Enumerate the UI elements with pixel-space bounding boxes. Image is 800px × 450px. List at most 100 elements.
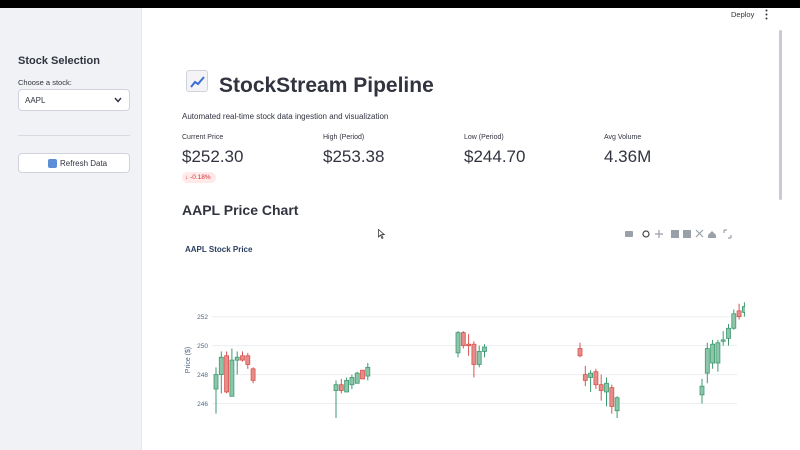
refresh-button[interactable]: Refresh Data: [18, 153, 130, 173]
candle[interactable]: [460, 331, 466, 349]
price-delta-text: -0.18%: [190, 174, 211, 181]
candle[interactable]: [482, 344, 487, 358]
stock-select-label: Choose a stock:: [18, 78, 72, 87]
candle-body: [699, 385, 705, 396]
candle[interactable]: [229, 348, 235, 397]
candle[interactable]: [365, 363, 371, 381]
candle-body: [604, 382, 609, 393]
zoom-out-icon[interactable]: [683, 230, 691, 238]
reset-axes-icon[interactable]: [708, 231, 716, 238]
zoom-icon[interactable]: [642, 230, 650, 238]
candle[interactable]: [710, 339, 715, 369]
candle-body: [460, 332, 466, 347]
candle-body: [577, 348, 583, 357]
candle[interactable]: [240, 351, 245, 362]
chart-toolbar: [625, 229, 732, 239]
candle-body: [250, 368, 256, 381]
metric-label-low: Low (Period): [464, 134, 504, 141]
candle[interactable]: [333, 380, 339, 418]
candle[interactable]: [577, 342, 583, 358]
candle-body: [720, 339, 726, 342]
candle-body: [715, 342, 721, 364]
candle[interactable]: [604, 377, 609, 407]
candle-body: [455, 332, 461, 354]
candle-body: [360, 369, 365, 380]
candle-body: [354, 372, 360, 384]
sidebar-divider: [18, 135, 130, 136]
candle-body: [218, 356, 224, 375]
refresh-icon: [48, 159, 57, 168]
candle[interactable]: [476, 345, 482, 368]
page-title: StockStream Pipeline: [219, 74, 434, 97]
y-tick-label: 248: [197, 372, 208, 379]
candle[interactable]: [736, 303, 742, 320]
candle[interactable]: [213, 367, 219, 414]
candle-body: [240, 355, 245, 361]
metric-label-current-price: Current Price: [182, 134, 224, 141]
candle-body: [338, 384, 344, 391]
y-grid: 246 248 250 252: [197, 314, 737, 408]
candle[interactable]: [455, 331, 461, 358]
candle-body: [742, 306, 745, 313]
candle[interactable]: [250, 367, 256, 384]
candle[interactable]: [593, 368, 599, 390]
candlestick-chart: AAPL Stock Price Price ($) 246 248 250 252: [185, 229, 745, 418]
candle[interactable]: [715, 339, 721, 372]
chevron-down-icon: [114, 97, 122, 103]
candle[interactable]: [742, 302, 745, 317]
section-title: AAPL Price Chart: [182, 202, 299, 218]
scrollbar[interactable]: [779, 30, 782, 200]
menu-kebab-icon[interactable]: [764, 9, 769, 20]
candle-body: [365, 366, 371, 377]
candle[interactable]: [471, 341, 477, 378]
candle[interactable]: [731, 309, 737, 330]
candle[interactable]: [582, 365, 588, 387]
camera-icon[interactable]: [625, 231, 633, 237]
zoom-in-icon[interactable]: [671, 230, 679, 238]
chart-title: AAPL Stock Price: [185, 245, 253, 254]
chart-emoji-icon: [186, 70, 208, 92]
candle-body: [582, 374, 588, 381]
candle[interactable]: [245, 352, 251, 369]
candle[interactable]: [699, 378, 705, 404]
refresh-button-label: Refresh Data: [60, 159, 108, 168]
page-subtitle: Automated real-time stock data ingestion…: [182, 112, 389, 121]
candle[interactable]: [588, 370, 594, 392]
candle[interactable]: [354, 371, 360, 384]
stock-select-value: AAPL: [25, 96, 46, 105]
candle[interactable]: [609, 384, 615, 414]
metric-value-avg-volume: 4.36M: [604, 147, 652, 166]
candle[interactable]: [598, 374, 604, 401]
candle[interactable]: [614, 396, 620, 418]
candle[interactable]: [234, 351, 240, 375]
deploy-button[interactable]: Deploy: [731, 10, 754, 19]
candle[interactable]: [720, 331, 726, 346]
candle-body: [333, 384, 339, 391]
candle[interactable]: [726, 323, 731, 346]
mouse-cursor-icon: [378, 229, 385, 239]
y-tick-label: 252: [197, 314, 208, 321]
y-tick-label: 246: [197, 401, 208, 408]
candle-body: [614, 397, 620, 412]
candle[interactable]: [360, 369, 365, 380]
candle[interactable]: [218, 351, 224, 394]
candle[interactable]: [349, 374, 355, 390]
pan-icon[interactable]: [655, 230, 663, 238]
candle-body: [710, 343, 715, 364]
candle[interactable]: [344, 377, 350, 393]
candle[interactable]: [704, 342, 710, 384]
candle[interactable]: [466, 334, 472, 356]
candle[interactable]: [338, 378, 344, 394]
candle[interactable]: [224, 351, 229, 394]
stock-select[interactable]: AAPL: [18, 89, 130, 111]
candle-body: [466, 343, 472, 347]
candle-body: [609, 387, 615, 407]
price-delta-badge: ↓ -0.18%: [182, 172, 216, 183]
candle-body: [229, 359, 235, 397]
candle-body: [224, 355, 229, 393]
candle-body: [344, 379, 350, 393]
autoscale-icon[interactable]: [695, 229, 704, 238]
y-tick-label: 250: [197, 343, 208, 350]
sidebar-title: Stock Selection: [18, 55, 100, 67]
fullscreen-icon[interactable]: [723, 229, 732, 239]
